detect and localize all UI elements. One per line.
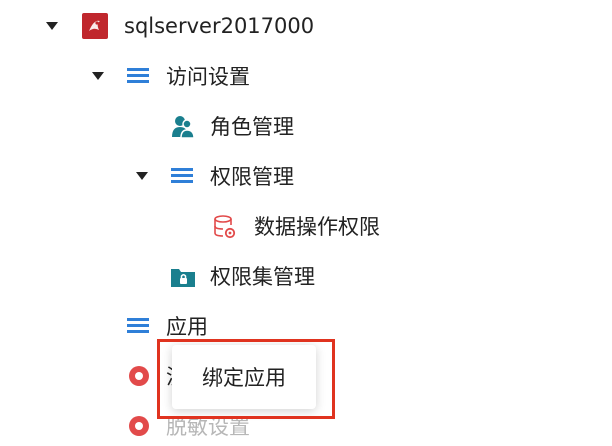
caret-down-icon[interactable] — [136, 172, 148, 180]
tree-node-applications[interactable]: 应用 — [0, 306, 612, 346]
list-icon — [171, 166, 193, 186]
tree-node-label: sqlserver2017000 — [124, 14, 315, 38]
tree-node-role-management[interactable]: 角色管理 — [0, 106, 612, 146]
tree-node-permission-management[interactable]: 权限管理 — [0, 156, 612, 196]
sqlserver-db-icon — [82, 13, 108, 39]
locked-folder-icon — [170, 265, 196, 289]
users-icon — [170, 114, 196, 140]
tree-node-label: 应用 — [166, 315, 208, 339]
tree-node-sqlserver2017000[interactable]: sqlserver2017000 — [0, 6, 612, 46]
tree-node-access-settings[interactable]: 访问设置 — [0, 56, 612, 96]
tree-node-label: 权限集管理 — [210, 265, 315, 289]
tree-node-permission-set-management[interactable]: 权限集管理 — [0, 256, 612, 296]
list-icon — [127, 316, 149, 336]
tree-node-data-operation-permission[interactable]: 数据操作权限 — [0, 206, 612, 246]
tree-node-label: 访问设置 — [166, 65, 250, 89]
caret-down-icon[interactable] — [92, 72, 104, 80]
list-icon — [127, 66, 149, 86]
caret-down-icon[interactable] — [46, 22, 58, 30]
tree-node-label: 数据操作权限 — [254, 215, 380, 239]
tree-node-masking-settings[interactable]: 脱敏设置 — [0, 406, 612, 446]
context-menu: 绑定应用 — [172, 345, 316, 409]
database-gear-icon — [213, 214, 237, 240]
menu-item-bind-application[interactable]: 绑定应用 — [202, 362, 286, 392]
tree-node-label: 权限管理 — [210, 165, 294, 189]
gear-icon — [127, 414, 151, 438]
tree-node-label: 角色管理 — [210, 115, 294, 139]
tree-node-label: 脱敏设置 — [166, 415, 250, 439]
gear-icon — [127, 364, 151, 388]
